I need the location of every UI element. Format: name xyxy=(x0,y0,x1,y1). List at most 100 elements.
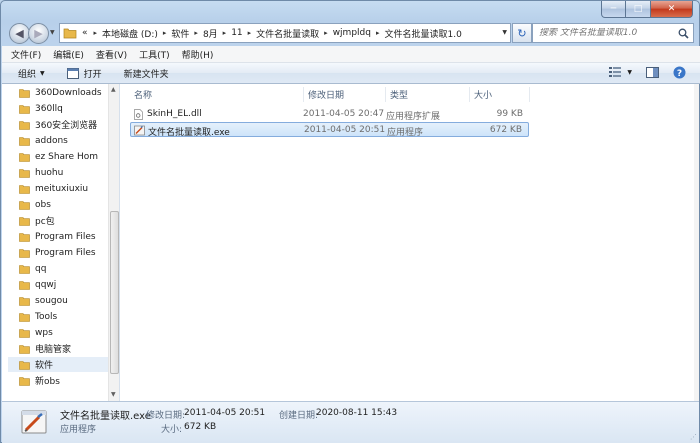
scrollbar-thumb[interactable] xyxy=(110,211,119,374)
file-name: SkinH_EL.dll xyxy=(147,109,202,119)
breadcrumb-separator[interactable]: ▸ xyxy=(223,29,227,37)
tree-item[interactable]: 360安全浏览器 xyxy=(19,117,108,132)
breadcrumb-item[interactable]: 文件名批量读取1.0 xyxy=(384,27,461,40)
breadcrumb-separator[interactable]: ▸ xyxy=(94,29,98,37)
tree-item[interactable]: ez Share Hom xyxy=(19,149,108,164)
tree-item[interactable]: 360Downloads xyxy=(19,85,108,100)
preview-pane-icon[interactable] xyxy=(646,67,659,78)
column-header-label: 大小 xyxy=(474,91,493,101)
breadcrumb-separator[interactable]: ▸ xyxy=(376,29,380,37)
tree-item[interactable]: 新obs xyxy=(19,373,108,388)
breadcrumb-item[interactable]: 8月 xyxy=(203,27,218,40)
navigation-bar: ◀ ▶ ▼ « ▸ 本地磁盘 (D:) ▸ 软件 ▸ 8月 ▸ 11 ▸ 文件名… xyxy=(7,21,697,45)
folder-icon xyxy=(19,184,30,194)
breadcrumb-item[interactable]: 软件 xyxy=(171,27,189,40)
file-size: 672 KB xyxy=(489,125,522,135)
content-area: 360Downloads 360llq 360安全浏览器 addons ez S… xyxy=(2,84,699,401)
tree-item[interactable]: Program Files xyxy=(19,229,108,244)
file-size: 99 KB xyxy=(496,109,523,119)
column-header-date[interactable]: 修改日期 xyxy=(304,87,386,102)
resize-grip-icon[interactable]: ⋰ xyxy=(690,433,697,441)
column-header-type[interactable]: 类型 xyxy=(386,87,470,102)
organize-button[interactable]: 组织 ▼ xyxy=(18,67,45,80)
tree-item[interactable]: addons xyxy=(19,133,108,148)
view-options-icon[interactable] xyxy=(609,67,623,78)
folder-icon xyxy=(63,28,77,39)
minimize-button[interactable]: ─ xyxy=(601,1,626,18)
menu-file[interactable]: 文件(F) xyxy=(11,48,41,61)
breadcrumb-item[interactable]: 本地磁盘 (D:) xyxy=(102,27,158,40)
close-icon: ✕ xyxy=(667,4,676,14)
scroll-down-icon[interactable]: ▼ xyxy=(111,391,116,398)
folder-icon xyxy=(19,280,30,290)
new-folder-label: 新建文件夹 xyxy=(123,69,169,80)
column-header-label: 类型 xyxy=(390,91,409,101)
details-created-value: 2020-08-11 15:43 xyxy=(316,408,398,418)
back-button[interactable]: ◀ xyxy=(9,23,30,44)
tree-item[interactable]: Tools xyxy=(19,309,108,324)
help-icon[interactable]: ? xyxy=(673,66,686,79)
breadcrumb-item[interactable]: wjmpldq xyxy=(333,28,371,38)
forward-arrow-icon: ▶ xyxy=(34,27,43,40)
breadcrumb-overflow[interactable]: « xyxy=(82,28,88,38)
window-caption-buttons: ─ □ ✕ xyxy=(601,1,693,18)
tree-item-label: addons xyxy=(35,135,68,146)
folder-icon xyxy=(19,344,30,354)
breadcrumb-separator[interactable]: ▸ xyxy=(194,29,198,37)
recent-pages-dropdown[interactable]: ▼ xyxy=(50,29,55,36)
tree-item[interactable]: sougou xyxy=(19,293,108,308)
tree-item[interactable]: qqwj xyxy=(19,277,108,292)
tree-item-label: 新obs xyxy=(35,377,60,387)
column-header-size[interactable]: 大小 xyxy=(470,87,530,102)
forward-button[interactable]: ▶ xyxy=(28,23,49,44)
file-row-selected[interactable]: 文件名批量读取.exe 2011-04-05 20:51 应用程序 672 KB xyxy=(130,122,529,138)
tree-item-label: Program Files xyxy=(35,247,96,258)
tree-item[interactable]: 电脑管家 xyxy=(19,341,108,356)
menu-tools[interactable]: 工具(T) xyxy=(139,48,170,61)
scroll-up-icon[interactable]: ▲ xyxy=(111,86,116,93)
menu-help[interactable]: 帮助(H) xyxy=(182,48,214,61)
breadcrumb-item[interactable]: 文件名批量读取 xyxy=(256,27,319,40)
search-input[interactable] xyxy=(539,28,674,38)
menu-edit[interactable]: 编辑(E) xyxy=(53,48,84,61)
column-header-name[interactable]: 名称 xyxy=(130,87,304,102)
tree-item[interactable]: obs xyxy=(19,197,108,212)
tree-item[interactable]: Program Files xyxy=(19,245,108,260)
breadcrumb-separator[interactable]: ▸ xyxy=(248,29,252,37)
refresh-button[interactable]: ↻ xyxy=(512,23,532,43)
tree-item-label: 360llq xyxy=(35,103,63,114)
svg-text:?: ? xyxy=(677,69,682,79)
close-button[interactable]: ✕ xyxy=(651,1,693,18)
address-bar[interactable]: « ▸ 本地磁盘 (D:) ▸ 软件 ▸ 8月 ▸ 11 ▸ 文件名批量读取 ▸… xyxy=(59,23,511,43)
tree-item-label: 电脑管家 xyxy=(35,345,72,355)
file-type: 应用程序扩展 xyxy=(386,112,441,122)
minimize-icon: ─ xyxy=(610,4,617,14)
search-icon[interactable] xyxy=(678,28,689,39)
breadcrumb-separator[interactable]: ▸ xyxy=(324,29,328,37)
tree-item-label: ez Share Hom xyxy=(35,151,98,162)
address-dropdown[interactable]: ▼ xyxy=(502,29,507,36)
breadcrumb-item[interactable]: 11 xyxy=(231,28,242,38)
tree-item[interactable]: 360llq xyxy=(19,101,108,116)
maximize-button[interactable]: □ xyxy=(626,1,651,18)
tree-item[interactable]: wps xyxy=(19,325,108,340)
organize-label: 组织 xyxy=(18,69,37,80)
folder-icon xyxy=(19,328,30,338)
tree-item[interactable]: meituxiuxiu xyxy=(19,181,108,196)
new-folder-button[interactable]: 新建文件夹 xyxy=(124,67,169,80)
file-row[interactable]: SkinH_EL.dll 2011-04-05 20:47 应用程序扩展 99 … xyxy=(130,107,529,122)
dll-icon xyxy=(134,109,143,120)
view-options-dropdown-icon[interactable]: ▼ xyxy=(627,69,632,76)
folder-icon xyxy=(19,120,30,130)
folder-icon xyxy=(19,312,30,322)
tree-item-label: qqwj xyxy=(35,279,57,290)
breadcrumb-separator[interactable]: ▸ xyxy=(163,29,167,37)
tree-item[interactable]: huohu xyxy=(19,165,108,180)
tree-item-label: Program Files xyxy=(35,231,96,242)
tree-item[interactable]: qq xyxy=(19,261,108,276)
open-button[interactable]: 打开 xyxy=(66,67,102,80)
tree-item-selected[interactable]: 软件 xyxy=(8,357,110,372)
nav-pane-scrollbar[interactable]: ▲ ▼ xyxy=(108,84,119,401)
tree-item[interactable]: pc包 xyxy=(19,213,108,228)
menu-view[interactable]: 查看(V) xyxy=(96,48,127,61)
